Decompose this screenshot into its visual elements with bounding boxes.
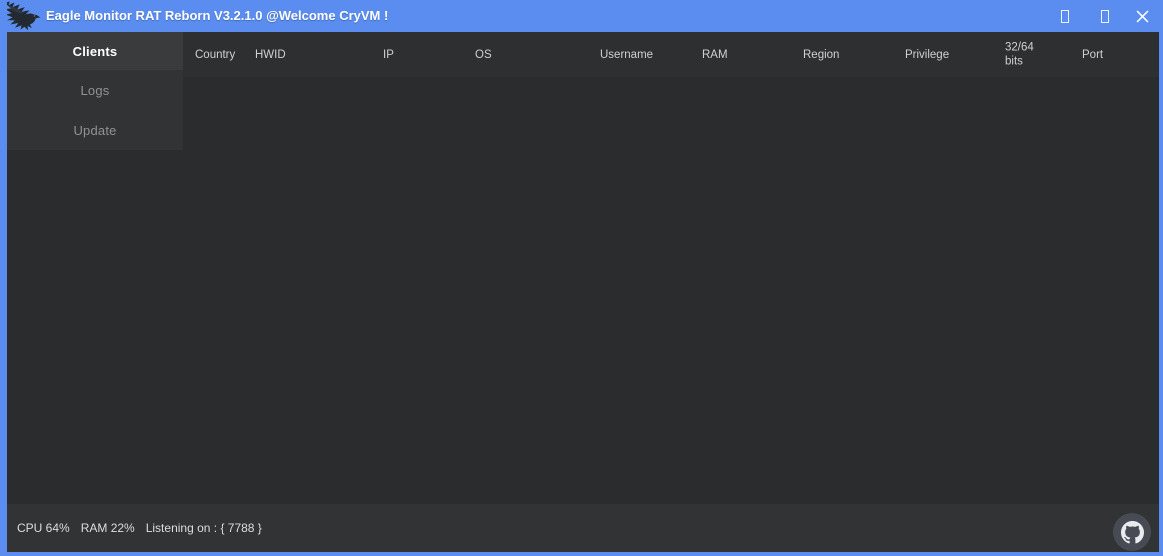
column-header-port[interactable]: Port [1082,49,1103,61]
maximize-icon [1101,10,1109,23]
column-header-region[interactable]: Region [803,49,839,61]
sidebar-item-clients[interactable]: Clients [7,32,183,70]
sidebar-item-update[interactable]: Update [7,110,183,150]
column-header-username[interactable]: Username [600,49,653,61]
column-header-ram[interactable]: RAM [702,49,728,61]
minimize-icon [1061,10,1069,23]
maximize-button[interactable] [1093,0,1117,32]
listening-port: Listening on : { 7788 } [146,521,262,535]
titlebar[interactable]: Eagle Monitor RAT Reborn V3.2.1.0 @Welco… [7,0,1159,32]
ram-usage: RAM 22% [81,521,135,535]
client-table-header: Country HWID IP OS Username RAM Region P… [183,32,1159,77]
close-button[interactable] [1130,0,1154,32]
close-icon [1136,10,1149,23]
client-list[interactable] [183,77,1159,504]
window-title: Eagle Monitor RAT Reborn V3.2.1.0 @Welco… [46,0,388,32]
column-header-os[interactable]: OS [475,49,492,61]
column-header-privilege[interactable]: Privilege [905,49,949,61]
github-icon [1121,521,1144,544]
app-window: Eagle Monitor RAT Reborn V3.2.1.0 @Welco… [0,0,1163,556]
status-bar: CPU 64% RAM 22% Listening on : { 7788 } [7,504,1159,552]
minimize-button[interactable] [1053,0,1077,32]
column-header-hwid[interactable]: HWID [255,49,286,61]
column-header-ip[interactable]: IP [383,49,394,61]
eagle-logo-icon [3,1,41,31]
cpu-usage: CPU 64% [17,521,70,535]
sidebar-item-logs[interactable]: Logs [7,70,183,110]
sidebar: Clients Logs Update [7,32,183,150]
column-header-bits[interactable]: 32/64 bits [1005,40,1051,69]
github-button[interactable] [1113,513,1151,551]
column-header-country[interactable]: Country [195,49,235,61]
